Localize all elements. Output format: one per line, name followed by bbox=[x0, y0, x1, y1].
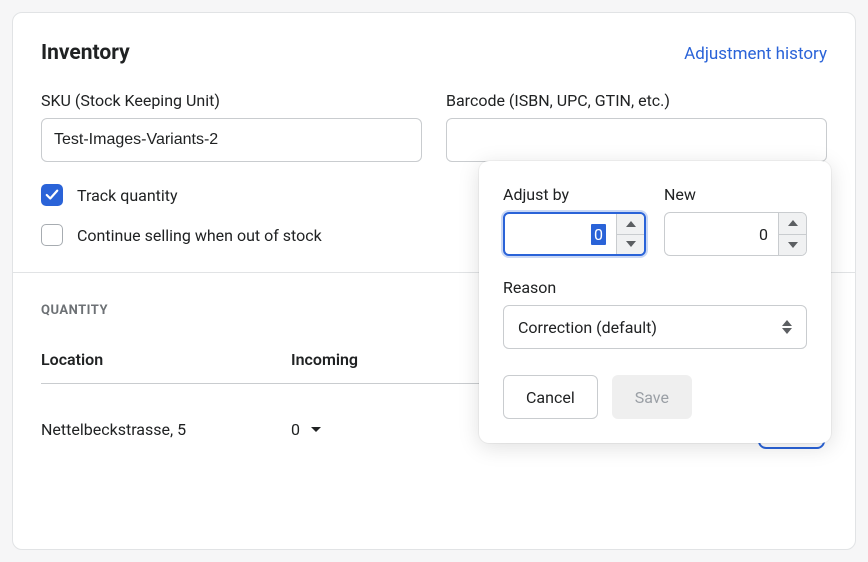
adjust-by-value: 0 bbox=[505, 214, 616, 254]
save-button[interactable]: Save bbox=[612, 375, 692, 419]
adjust-by-label: Adjust by bbox=[503, 185, 646, 204]
row-location: Nettelbeckstrasse, 5 bbox=[41, 420, 291, 439]
incoming-value: 0 bbox=[291, 420, 300, 439]
adjustment-history-link[interactable]: Adjustment history bbox=[684, 44, 827, 64]
adjust-by-increment[interactable] bbox=[617, 214, 644, 234]
new-increment[interactable] bbox=[779, 213, 806, 234]
sku-input[interactable] bbox=[41, 118, 422, 162]
column-location: Location bbox=[41, 350, 291, 369]
new-decrement[interactable] bbox=[779, 234, 806, 256]
new-input[interactable]: 0 bbox=[664, 212, 807, 256]
continue-selling-label: Continue selling when out of stock bbox=[77, 226, 322, 245]
adjust-by-decrement[interactable] bbox=[617, 234, 644, 255]
track-quantity-label: Track quantity bbox=[77, 186, 178, 205]
card-title: Inventory bbox=[41, 41, 130, 65]
reason-label: Reason bbox=[503, 278, 807, 297]
check-icon bbox=[45, 188, 59, 202]
adjust-by-input[interactable]: 0 bbox=[503, 212, 646, 256]
sku-label: SKU (Stock Keeping Unit) bbox=[41, 91, 422, 110]
barcode-input[interactable] bbox=[446, 118, 827, 162]
reason-select[interactable]: Correction (default) bbox=[503, 305, 807, 349]
card-header: Inventory Adjustment history bbox=[41, 41, 827, 65]
inventory-card: Inventory Adjustment history SKU (Stock … bbox=[12, 12, 856, 550]
continue-selling-checkbox[interactable] bbox=[41, 224, 63, 246]
track-quantity-checkbox[interactable] bbox=[41, 184, 63, 206]
barcode-label: Barcode (ISBN, UPC, GTIN, etc.) bbox=[446, 91, 827, 110]
new-label: New bbox=[664, 185, 807, 204]
new-value: 0 bbox=[665, 213, 778, 255]
cancel-button[interactable]: Cancel bbox=[503, 375, 598, 419]
reason-value: Correction (default) bbox=[518, 318, 657, 337]
caret-down-icon[interactable] bbox=[310, 426, 322, 434]
select-updown-icon bbox=[782, 320, 792, 334]
adjust-quantity-popover: Adjust by 0 New 0 bbox=[479, 161, 831, 443]
